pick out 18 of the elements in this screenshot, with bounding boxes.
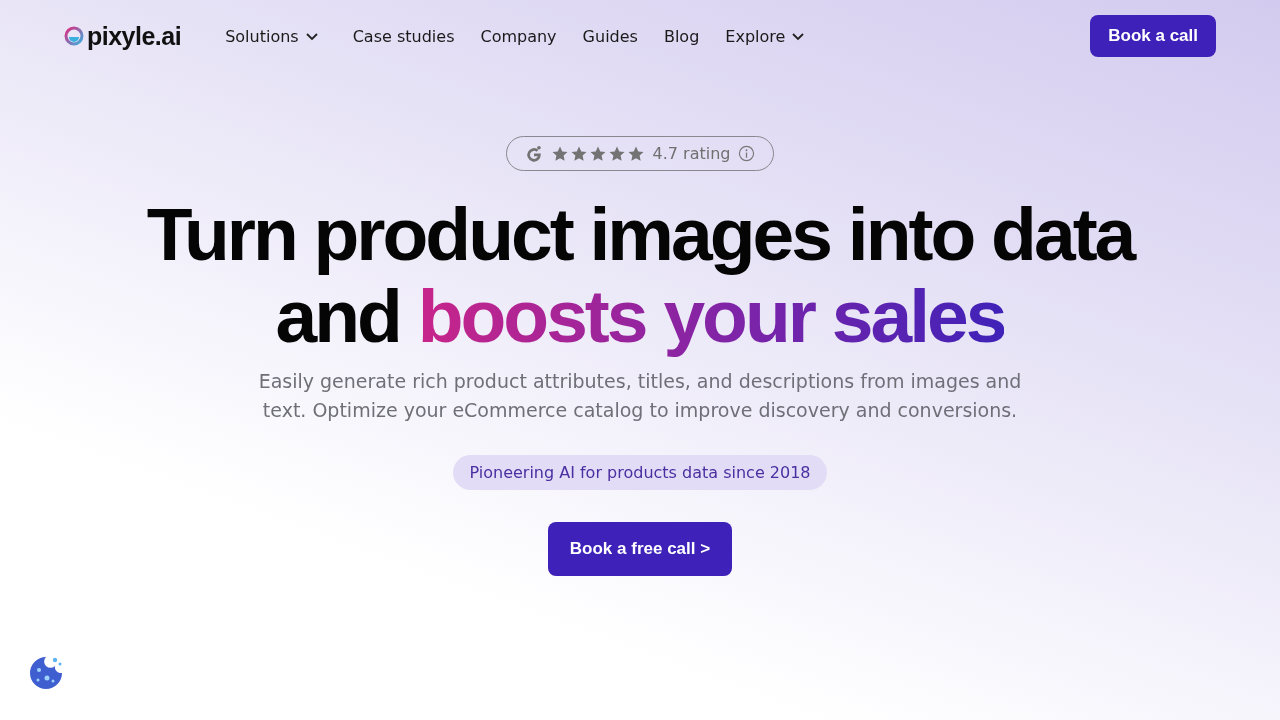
nav-link[interactable]: Case studies [344, 20, 463, 52]
headline: and [275, 274, 400, 358]
nav-dropdown[interactable]: Solutions [217, 20, 327, 52]
cookie-icon[interactable] [29, 656, 63, 690]
info-icon[interactable] [738, 145, 756, 162]
headline: Turn product images into data [146, 193, 1134, 275]
logo-icon [64, 26, 84, 46]
nav-dropdown[interactable]: Explore [717, 20, 814, 52]
book-call-button[interactable]: Book a call [1090, 15, 1216, 57]
nav-link[interactable]: Blog [655, 20, 708, 52]
nav-link[interactable]: Guides [574, 20, 646, 52]
g2-icon [524, 144, 543, 163]
nav-link[interactable]: Company [472, 20, 565, 52]
book-free-call-button[interactable]: Book a free call > [547, 522, 733, 576]
rating-text: 4.7 rating [652, 144, 731, 163]
subtitle: Easily generate rich product attributes, titles, and descriptions from images and text. Optimize your eCommerce catalog to improve discovery and conversions. [257, 369, 1023, 423]
tagline-badge: Pioneering AI for products data since 2018 [453, 455, 827, 490]
logo-text[interactable]: pixyle.ai [87, 21, 182, 51]
